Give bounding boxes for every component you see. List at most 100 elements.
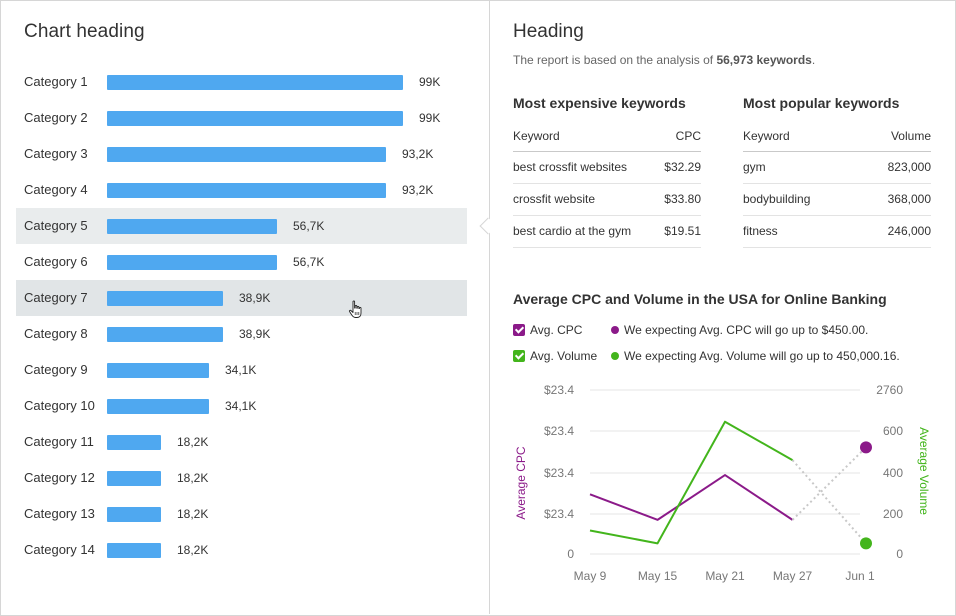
bar-row[interactable]: Category 5 56,7K <box>16 208 467 244</box>
y-right-tick-label: 400 <box>883 466 903 480</box>
bar-row[interactable]: Category 3 93,2K <box>16 136 467 172</box>
bar-row[interactable]: Category 10 34,1K <box>16 388 467 424</box>
series-line <box>589 420 793 545</box>
bar[interactable] <box>107 291 223 306</box>
value-cell: $33.80 <box>656 183 701 216</box>
y-right-tick-label: 200 <box>883 507 903 521</box>
bar[interactable] <box>107 255 277 270</box>
volume-forecast-note: We expecting Avg. Volume will go up to 4… <box>624 349 900 363</box>
bar-value-label: 18,2K <box>177 435 209 449</box>
bar-row[interactable]: Category 6 56,7K <box>16 244 467 280</box>
y-right-axis-label: Average Volume <box>917 427 931 515</box>
bar-label: Category 2 <box>24 110 88 125</box>
cpc-forecast-dot-icon <box>611 326 619 334</box>
bar-row[interactable]: Category 7 38,9K <box>16 280 467 316</box>
bar-value-label: 18,2K <box>177 471 209 485</box>
value-cell: 823,000 <box>857 151 931 184</box>
legend-cpc: Avg. CPC We expecting Avg. CPC will go u… <box>513 323 868 337</box>
column-header-keyword: Keyword <box>513 121 657 152</box>
y-left-tick-label: $23.4 <box>544 424 574 438</box>
report-subtitle: The report is based on the analysis of 5… <box>513 53 815 67</box>
details-heading: Heading <box>513 21 584 42</box>
bar-value-label: 56,7K <box>293 255 325 269</box>
value-cell: 246,000 <box>857 215 931 248</box>
bar-chart-rows: Category 1 99K Category 2 99K Category 3 93,2… <box>16 64 467 568</box>
keyword-cell: fitness <box>743 215 858 248</box>
popular-keyword-row[interactable]: fitness 246,000 <box>743 215 931 248</box>
bar[interactable] <box>107 471 161 486</box>
x-tick-label: May 27 <box>773 569 813 583</box>
bar-row[interactable]: Category 14 18,2K <box>16 532 467 568</box>
bar[interactable] <box>107 399 209 414</box>
bar-label: Category 6 <box>24 254 88 269</box>
volume-legend-label: Avg. Volume <box>530 349 598 363</box>
popular-keyword-row[interactable]: gym 823,000 <box>743 151 931 184</box>
bar-row[interactable]: Category 9 34,1K <box>16 352 467 388</box>
forecast-point <box>860 441 872 454</box>
bar-label: Category 9 <box>24 362 88 377</box>
bar[interactable] <box>107 75 403 90</box>
cpc-checkbox[interactable] <box>513 324 525 336</box>
bar[interactable] <box>107 183 386 198</box>
bar-row[interactable]: Category 11 18,2K <box>16 424 467 460</box>
line-chart: $23.4 2760$23.4 600$23.4 400$23.4 2000 0May 9… <box>514 383 931 583</box>
x-tick-label: May 15 <box>638 569 678 583</box>
bar[interactable] <box>107 363 209 378</box>
bar[interactable] <box>107 219 277 234</box>
bar-label: Category 4 <box>24 182 88 197</box>
bar-row[interactable]: Category 8 38,9K <box>16 316 467 352</box>
bar[interactable] <box>107 507 161 522</box>
expensive-keyword-row[interactable]: best cardio at the gym $19.51 <box>513 215 701 248</box>
bar-value-label: 93,2K <box>402 183 434 197</box>
popular-keywords-title: Most popular keywords <box>743 95 900 111</box>
expensive-keyword-row[interactable]: crossfit website $33.80 <box>513 183 701 216</box>
bar-row[interactable]: Category 12 18,2K <box>16 460 467 496</box>
bar[interactable] <box>107 543 161 558</box>
value-cell: $19.51 <box>656 215 701 248</box>
bar-label: Category 10 <box>24 398 95 413</box>
y-left-tick-label: $23.4 <box>544 383 574 397</box>
bar[interactable] <box>107 435 161 450</box>
cpc-legend-label: Avg. CPC <box>530 323 583 337</box>
volume-forecast-dot-icon <box>611 352 619 360</box>
bar-value-label: 34,1K <box>225 399 257 413</box>
bar-value-label: 38,9K <box>239 327 271 341</box>
expensive-keywords-title: Most expensive keywords <box>513 95 686 111</box>
bar-label: Category 5 <box>24 218 88 233</box>
expensive-keywords-table: Keyword CPC best crossfit websites $32.29… <box>513 121 701 248</box>
expensive-keyword-row[interactable]: best crossfit websites $32.29 <box>513 151 701 184</box>
popular-keywords-table: Keyword Volume gym 823,000 bodybuilding 368… <box>743 121 931 248</box>
y-right-tick-label: 2760 <box>876 383 903 397</box>
bar-row[interactable]: Category 1 99K <box>16 64 467 100</box>
bar-label: Category 11 <box>24 434 94 449</box>
keyword-cell: bodybuilding <box>743 183 858 216</box>
bar-row[interactable]: Category 13 18,2K <box>16 496 467 532</box>
legend-volume: Avg. Volume We expecting Avg. Volume wil… <box>513 349 900 363</box>
cpc-forecast-note: We expecting Avg. CPC will go up to $450… <box>624 323 869 337</box>
bar-row[interactable]: Category 2 99K <box>16 100 467 136</box>
bar[interactable] <box>107 111 403 126</box>
bar[interactable] <box>107 147 386 162</box>
bar-row[interactable]: Category 4 93,2K <box>16 172 467 208</box>
details-panel: Heading The report is based on the analy… <box>490 1 955 614</box>
popular-keyword-row[interactable]: bodybuilding 368,000 <box>743 183 931 216</box>
forecast-line <box>791 446 867 521</box>
subtitle-suffix: . <box>811 53 816 67</box>
y-right-tick-label: 0 <box>896 547 903 561</box>
popular-keywords-block: Most popular keywords Keyword Volume gym… <box>743 95 931 248</box>
y-left-tick-label: 0 <box>567 547 574 561</box>
line-chart-title: Average CPC and Volume in the USA for On… <box>513 291 887 307</box>
subtitle-prefix: The report is based on the analysis of <box>513 53 717 67</box>
bar-value-label: 18,2K <box>177 543 209 557</box>
keyword-cell: gym <box>743 151 858 184</box>
volume-checkbox[interactable] <box>513 350 525 362</box>
bar[interactable] <box>107 327 223 342</box>
keyword-cell: best cardio at the gym <box>513 215 657 248</box>
y-left-tick-label: $23.4 <box>544 507 574 521</box>
x-tick-label: May 21 <box>705 569 745 583</box>
y-left-axis-label: Average CPC <box>514 446 528 519</box>
bar-value-label: 34,1K <box>225 363 257 377</box>
bar-value-label: 56,7K <box>293 219 325 233</box>
forecast-point <box>860 537 872 550</box>
hand-cursor-icon <box>348 300 362 318</box>
